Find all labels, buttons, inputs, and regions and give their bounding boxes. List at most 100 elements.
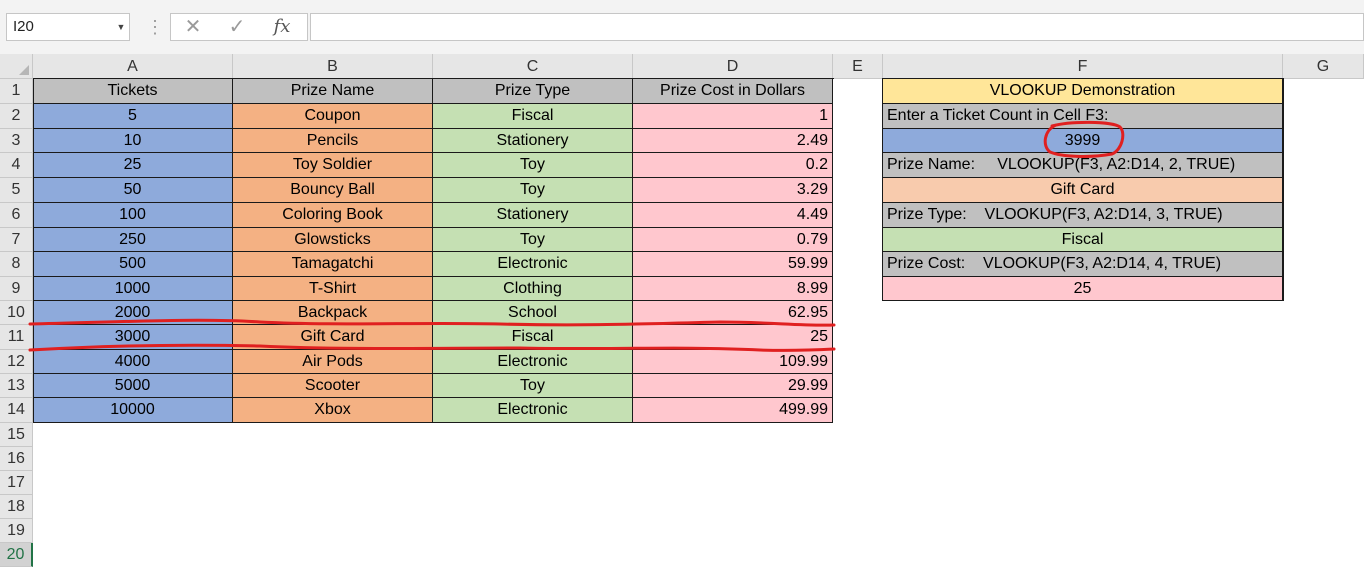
row-header-8[interactable]: 8 bbox=[0, 252, 33, 277]
table-cell-prize-cost[interactable]: 1 bbox=[633, 104, 833, 129]
table-cell-prize-cost[interactable]: 62.95 bbox=[633, 301, 833, 325]
insert-function-button[interactable]: fx bbox=[262, 14, 302, 40]
table-cell-prize-type[interactable]: Toy bbox=[433, 178, 633, 203]
row-header-1[interactable]: 1 bbox=[0, 79, 33, 104]
row-header-6[interactable]: 6 bbox=[0, 203, 33, 228]
prize-cost-formula-label[interactable]: Prize Cost: VLOOKUP(F3, A2:D14, 4, TRUE) bbox=[883, 252, 1283, 277]
table-cell-prize-type[interactable]: Clothing bbox=[433, 277, 633, 301]
table-cell-prize-cost[interactable]: 59.99 bbox=[633, 252, 833, 277]
formula-input[interactable] bbox=[310, 13, 1364, 41]
row-header-9[interactable]: 9 bbox=[0, 277, 33, 301]
table-cell-tickets[interactable]: 500 bbox=[33, 252, 233, 277]
row-header-20[interactable]: 20 bbox=[0, 543, 33, 567]
table-cell-tickets[interactable]: 50 bbox=[33, 178, 233, 203]
table-cell-tickets[interactable]: 2000 bbox=[33, 301, 233, 325]
table-cell-prize-name[interactable]: Tamagatchi bbox=[233, 252, 433, 277]
ticket-input-cell[interactable]: 3999 bbox=[883, 129, 1283, 153]
row-header-14[interactable]: 14 bbox=[0, 398, 33, 423]
table-cell-prize-cost[interactable]: 8.99 bbox=[633, 277, 833, 301]
enter-icon[interactable]: ✓ bbox=[217, 14, 257, 40]
column-header-c[interactable]: C bbox=[433, 54, 633, 79]
prize-type-result[interactable]: Fiscal bbox=[883, 228, 1283, 252]
table-cell-prize-type[interactable]: Fiscal bbox=[433, 325, 633, 350]
table-cell-prize-type[interactable]: Electronic bbox=[433, 398, 633, 423]
table-cell-tickets[interactable]: 250 bbox=[33, 228, 233, 252]
table-cell-prize-name[interactable]: Bouncy Ball bbox=[233, 178, 433, 203]
table-cell-prize-name[interactable]: Xbox bbox=[233, 398, 433, 423]
table-cell-tickets[interactable]: 25 bbox=[33, 153, 233, 178]
table-cell-prize-type[interactable]: Stationery bbox=[433, 129, 633, 153]
table-cell-prize-name[interactable]: Scooter bbox=[233, 374, 433, 398]
table-cell-tickets[interactable]: 1000 bbox=[33, 277, 233, 301]
row-header-5[interactable]: 5 bbox=[0, 178, 33, 203]
table-cell-prize-type[interactable]: Electronic bbox=[433, 350, 633, 374]
row-header-2[interactable]: 2 bbox=[0, 104, 33, 129]
table-header-prize-type[interactable]: Prize Type bbox=[433, 79, 633, 104]
row-header-18[interactable]: 18 bbox=[0, 495, 33, 519]
table-cell-prize-type[interactable]: Fiscal bbox=[433, 104, 633, 129]
table-cell-prize-type[interactable]: Toy bbox=[433, 228, 633, 252]
row-header-4[interactable]: 4 bbox=[0, 153, 33, 178]
row-header-11[interactable]: 11 bbox=[0, 325, 33, 350]
table-cell-prize-cost[interactable]: 4.49 bbox=[633, 203, 833, 228]
table-cell-prize-cost[interactable]: 0.2 bbox=[633, 153, 833, 178]
table-cell-prize-cost[interactable]: 0.79 bbox=[633, 228, 833, 252]
chevron-down-icon[interactable]: ▼ bbox=[113, 13, 129, 41]
table-cell-prize-name[interactable]: Backpack bbox=[233, 301, 433, 325]
table-cell-prize-name[interactable]: Coloring Book bbox=[233, 203, 433, 228]
table-cell-prize-name[interactable]: T-Shirt bbox=[233, 277, 433, 301]
prize-cost-result[interactable]: 25 bbox=[883, 277, 1283, 301]
cancel-icon[interactable]: ✕ bbox=[173, 14, 213, 40]
prize-type-formula-label[interactable]: Prize Type: VLOOKUP(F3, A2:D14, 3, TRUE) bbox=[883, 203, 1283, 228]
table-cell-prize-type[interactable]: Stationery bbox=[433, 203, 633, 228]
row-header-16[interactable]: 16 bbox=[0, 447, 33, 471]
column-header-d[interactable]: D bbox=[633, 54, 833, 79]
demo-prompt[interactable]: Enter a Ticket Count in Cell F3: bbox=[883, 104, 1283, 129]
column-header-b[interactable]: B bbox=[233, 54, 433, 79]
table-cell-prize-name[interactable]: Coupon bbox=[233, 104, 433, 129]
column-header-a[interactable]: A bbox=[33, 54, 233, 79]
prize-name-formula-label[interactable]: Prize Name: VLOOKUP(F3, A2:D14, 2, TRUE) bbox=[883, 153, 1283, 178]
row-header-19[interactable]: 19 bbox=[0, 519, 33, 543]
table-cell-prize-cost[interactable]: 499.99 bbox=[633, 398, 833, 423]
row-header-13[interactable]: 13 bbox=[0, 374, 33, 398]
table-cell-prize-type[interactable]: Toy bbox=[433, 153, 633, 178]
table-cell-tickets[interactable]: 10000 bbox=[33, 398, 233, 423]
table-header-tickets[interactable]: Tickets bbox=[33, 79, 233, 104]
demo-title[interactable]: VLOOKUP Demonstration bbox=[883, 79, 1283, 104]
table-cell-prize-cost[interactable]: 25 bbox=[633, 325, 833, 350]
row-header-7[interactable]: 7 bbox=[0, 228, 33, 252]
column-header-e[interactable]: E bbox=[833, 54, 883, 79]
table-cell-prize-cost[interactable]: 29.99 bbox=[633, 374, 833, 398]
row-header-12[interactable]: 12 bbox=[0, 350, 33, 374]
table-cell-tickets[interactable]: 3000 bbox=[33, 325, 233, 350]
table-cell-prize-name[interactable]: Toy Soldier bbox=[233, 153, 433, 178]
table-cell-prize-type[interactable]: School bbox=[433, 301, 633, 325]
table-cell-tickets[interactable]: 5 bbox=[33, 104, 233, 129]
table-cell-prize-name[interactable]: Air Pods bbox=[233, 350, 433, 374]
select-all-button[interactable] bbox=[0, 54, 33, 79]
prize-name-result[interactable]: Gift Card bbox=[883, 178, 1283, 203]
table-cell-prize-name[interactable]: Glowsticks bbox=[233, 228, 433, 252]
row-header-17[interactable]: 17 bbox=[0, 471, 33, 495]
table-cell-tickets[interactable]: 4000 bbox=[33, 350, 233, 374]
table-cell-prize-name[interactable]: Pencils bbox=[233, 129, 433, 153]
table-cell-prize-cost[interactable]: 109.99 bbox=[633, 350, 833, 374]
table-cell-tickets[interactable]: 5000 bbox=[33, 374, 233, 398]
more-options-icon[interactable]: ⋮ bbox=[146, 16, 164, 40]
name-box[interactable]: I20 bbox=[6, 13, 130, 41]
table-cell-prize-cost[interactable]: 3.29 bbox=[633, 178, 833, 203]
table-header-prize-name[interactable]: Prize Name bbox=[233, 79, 433, 104]
table-header-prize-cost[interactable]: Prize Cost in Dollars bbox=[633, 79, 833, 104]
table-cell-prize-type[interactable]: Electronic bbox=[433, 252, 633, 277]
table-cell-tickets[interactable]: 100 bbox=[33, 203, 233, 228]
table-cell-tickets[interactable]: 10 bbox=[33, 129, 233, 153]
row-header-3[interactable]: 3 bbox=[0, 129, 33, 153]
row-header-10[interactable]: 10 bbox=[0, 301, 33, 325]
table-cell-prize-type[interactable]: Toy bbox=[433, 374, 633, 398]
column-header-f[interactable]: F bbox=[883, 54, 1283, 79]
table-cell-prize-cost[interactable]: 2.49 bbox=[633, 129, 833, 153]
row-header-15[interactable]: 15 bbox=[0, 423, 33, 447]
table-cell-prize-name[interactable]: Gift Card bbox=[233, 325, 433, 350]
column-header-g[interactable]: G bbox=[1283, 54, 1364, 79]
